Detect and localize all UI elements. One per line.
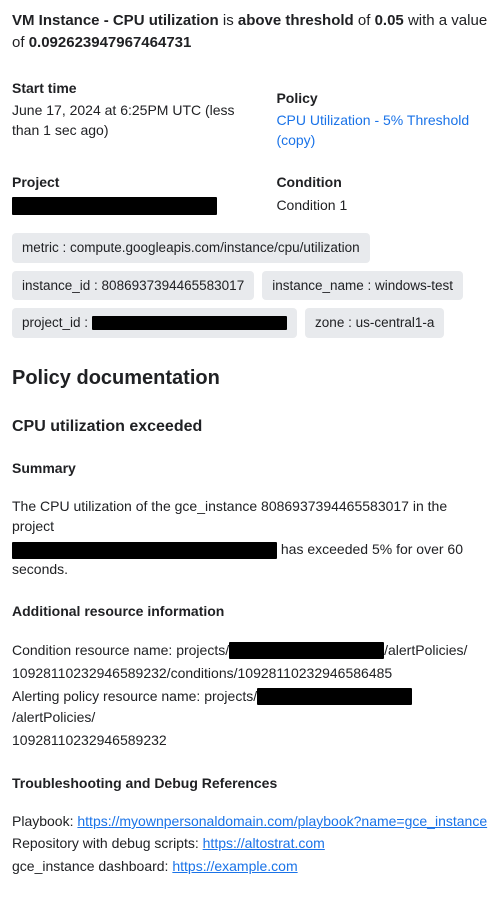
project-label: Project xyxy=(12,172,256,192)
troubleshooting-heading: Troubleshooting and Debug References xyxy=(12,773,489,793)
repo-link[interactable]: https://altostrat.com xyxy=(203,835,325,851)
playbook-link[interactable]: https://myownpersonaldomain.com/playbook… xyxy=(77,813,487,829)
policy-link[interactable]: CPU Utilization - 5% Threshold (copy) xyxy=(276,112,469,148)
label-chips: metric : compute.googleapis.com/instance… xyxy=(12,233,489,338)
chip-project-id-redacted xyxy=(92,316,287,330)
condition-resource-name: Condition resource name: projects//alert… xyxy=(12,640,489,661)
dashboard-line: gce_instance dashboard: https://example.… xyxy=(12,856,489,876)
summary-project-redacted xyxy=(12,542,277,559)
chip-instance-id: instance_id : 8086937394465583017 xyxy=(12,271,254,301)
policy-documentation-heading: Policy documentation xyxy=(12,364,489,393)
start-time-label: Start time xyxy=(12,78,256,98)
condition-project-redacted xyxy=(229,642,384,659)
policy-label: Policy xyxy=(276,88,489,108)
chip-zone: zone : us-central1-a xyxy=(305,308,444,338)
summary-heading: Summary xyxy=(12,458,489,478)
resource-info-heading: Additional resource information xyxy=(12,601,489,621)
project-value-redacted xyxy=(12,197,217,215)
playbook-line: Playbook: https://myownpersonaldomain.co… xyxy=(12,811,489,831)
chip-metric: metric : compute.googleapis.com/instance… xyxy=(12,233,370,263)
title-threshold: 0.05 xyxy=(375,12,404,29)
title-state: above threshold xyxy=(238,12,354,29)
summary-text: The CPU utilization of the gce_instance … xyxy=(12,496,489,537)
alert-title: VM Instance - CPU utilization is above t… xyxy=(12,10,489,54)
alerting-policy-resource-name: Alerting policy resource name: projects/… xyxy=(12,686,489,728)
chip-instance-name: instance_name : windows-test xyxy=(262,271,463,301)
doc-subheading: CPU utilization exceeded xyxy=(12,415,489,438)
chip-project-id: project_id : xyxy=(12,308,297,338)
condition-label: Condition xyxy=(276,172,489,192)
condition-value: Condition 1 xyxy=(276,195,489,215)
policy-project-redacted xyxy=(257,688,412,705)
title-metric: VM Instance - CPU utilization xyxy=(12,12,219,29)
dashboard-link[interactable]: https://example.com xyxy=(172,858,297,874)
start-time-value: June 17, 2024 at 6:25PM UTC (less than 1… xyxy=(12,100,256,141)
title-value: 0.092623947967464731 xyxy=(29,34,192,51)
repo-line: Repository with debug scripts: https://a… xyxy=(12,833,489,853)
